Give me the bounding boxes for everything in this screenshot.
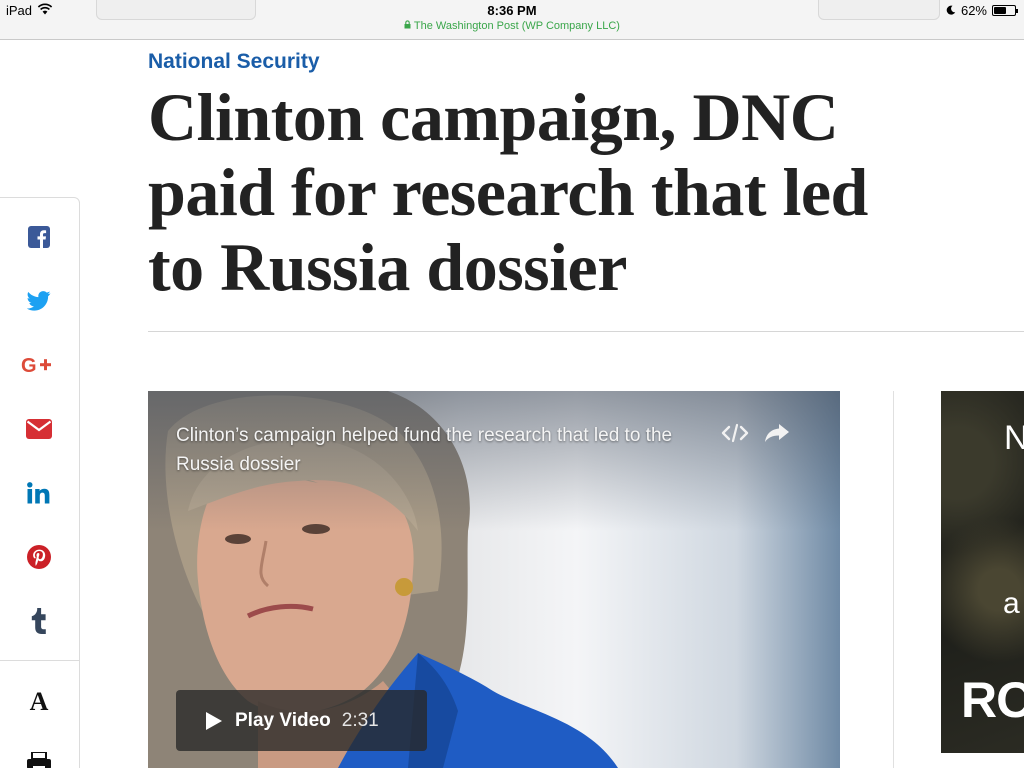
ad-text-line-2: a bbox=[1003, 587, 1020, 620]
section-label[interactable]: National Security bbox=[148, 50, 320, 74]
ad-text-line-3: RO bbox=[961, 672, 1024, 728]
header-divider bbox=[148, 331, 1024, 332]
video-share-button[interactable] bbox=[761, 421, 793, 449]
share-arrow-icon bbox=[764, 423, 790, 448]
status-right: 62% bbox=[946, 3, 1018, 18]
embed-button[interactable] bbox=[719, 421, 751, 449]
battery-icon bbox=[992, 5, 1018, 16]
print-button[interactable] bbox=[0, 746, 79, 768]
play-video-button[interactable]: Play Video 2:31 bbox=[176, 690, 427, 751]
google-plus-icon: G bbox=[21, 354, 57, 381]
share-linkedin-button[interactable] bbox=[0, 475, 79, 515]
lock-icon bbox=[404, 20, 414, 32]
code-embed-icon bbox=[721, 423, 749, 448]
status-time: 8:36 PM bbox=[487, 3, 537, 18]
site-identity-label: The Washington Post (WP Company LLC) bbox=[413, 20, 620, 32]
headline: Clinton campaign, DNC paid for research … bbox=[148, 79, 868, 305]
advertisement[interactable]: N a RO bbox=[941, 391, 1024, 753]
email-icon bbox=[26, 418, 52, 444]
share-tumblr-button[interactable] bbox=[0, 603, 79, 643]
pinterest-icon bbox=[27, 544, 51, 574]
video-player[interactable]: Clinton’s campaign helped fund the resea… bbox=[148, 391, 840, 768]
moon-icon bbox=[946, 3, 956, 18]
facebook-icon bbox=[28, 225, 50, 253]
svg-text:G: G bbox=[21, 355, 37, 376]
battery-percent: 62% bbox=[960, 3, 987, 18]
play-video-label: Play Video bbox=[235, 709, 331, 731]
linkedin-icon bbox=[27, 481, 51, 509]
share-twitter-button[interactable] bbox=[0, 283, 79, 323]
video-caption: Clinton’s campaign helped fund the resea… bbox=[176, 425, 673, 475]
status-bar: iPad 8:36 PM The Washington Post (WP Com… bbox=[0, 0, 1024, 40]
ad-text-line-1: N bbox=[1004, 419, 1024, 457]
rail-separator bbox=[0, 660, 79, 661]
share-facebook-button[interactable] bbox=[0, 219, 79, 259]
twitter-icon bbox=[26, 290, 51, 316]
share-email-button[interactable] bbox=[0, 411, 79, 451]
text-size-button[interactable]: A bbox=[0, 682, 79, 722]
battery-fill bbox=[994, 7, 1007, 14]
tumblr-icon bbox=[31, 607, 47, 639]
share-pinterest-button[interactable] bbox=[0, 539, 79, 579]
column-separator bbox=[893, 391, 894, 768]
text-size-icon: A bbox=[29, 687, 49, 716]
share-google-plus-button[interactable]: G bbox=[0, 347, 79, 387]
share-rail: G A bbox=[0, 197, 80, 768]
video-duration: 2:31 bbox=[341, 709, 379, 731]
site-identity[interactable]: The Washington Post (WP Company LLC) bbox=[0, 20, 1024, 32]
print-icon bbox=[26, 750, 52, 768]
play-icon bbox=[205, 711, 223, 731]
